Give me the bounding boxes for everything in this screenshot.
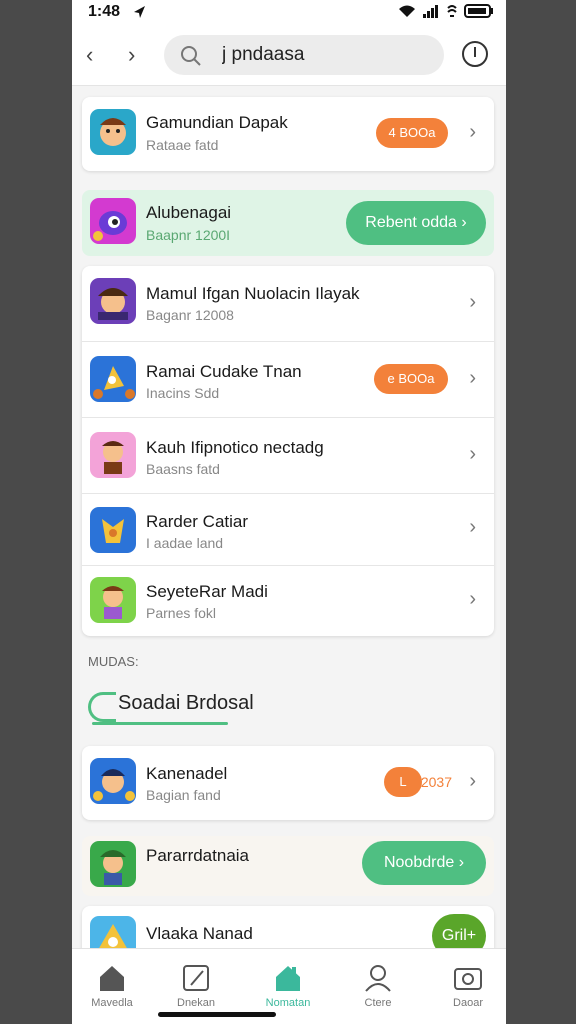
app-icon bbox=[90, 432, 136, 478]
chevron-right-icon: › bbox=[469, 443, 476, 465]
list-item[interactable]: Alubenagai Baapnr 1200I Rebent odda › bbox=[82, 190, 494, 256]
status-bar: 1:48 bbox=[72, 0, 506, 26]
item-subtitle: I aadae land bbox=[146, 535, 224, 551]
item-title: Gamundian Dapak bbox=[146, 113, 288, 132]
search-icon bbox=[181, 46, 201, 66]
info-icon[interactable] bbox=[462, 41, 488, 67]
camera-icon bbox=[454, 968, 482, 990]
app-icon bbox=[90, 356, 136, 402]
item-title: Vlaaka Nanad bbox=[146, 924, 253, 943]
app-list-card: Mamul Ifgan Nuolacin Ilayak Baganr 12008… bbox=[82, 266, 494, 636]
section-title: Soadai Brdosal bbox=[118, 692, 254, 714]
back-icon[interactable]: ‹ bbox=[86, 42, 93, 68]
home-indicator bbox=[158, 1012, 276, 1017]
link-icon bbox=[447, 5, 457, 17]
app-card: Kanenadel Bagian fand L 2037 › bbox=[82, 746, 494, 820]
heading-accent bbox=[88, 692, 116, 722]
tab-daoar[interactable]: Daoar bbox=[428, 957, 506, 1009]
item-subtitle: Rataae fatd bbox=[146, 137, 219, 153]
battery-icon bbox=[464, 4, 493, 18]
list-item[interactable]: Kanenadel Bagian fand L 2037 › bbox=[82, 746, 494, 820]
item-subtitle: Baasns fatd bbox=[146, 461, 220, 477]
item-title: Kauh Ifipnotico nectadg bbox=[146, 438, 324, 457]
chevron-right-icon: › bbox=[469, 770, 476, 792]
tab-label: Mavedla bbox=[91, 997, 133, 1009]
tab-dnekan[interactable]: Dnekan bbox=[156, 957, 236, 1009]
tab-label: Ctere bbox=[364, 997, 392, 1009]
tab-nomatan[interactable]: Nomatan bbox=[248, 957, 328, 1009]
item-title: Rarder Catiar bbox=[146, 512, 249, 531]
top-nav: ‹ › bbox=[72, 26, 506, 86]
signal-icon bbox=[423, 5, 438, 18]
list-item[interactable]: Mamul Ifgan Nuolacin Ilayak Baganr 12008… bbox=[82, 266, 494, 342]
status-time: 1:48 bbox=[88, 3, 121, 20]
status-badge: 4 BOOa bbox=[376, 118, 448, 148]
item-subtitle: Baganr 12008 bbox=[146, 307, 234, 323]
list-item[interactable]: Rarder Catiar I aadae land › bbox=[82, 494, 494, 566]
wifi-icon bbox=[399, 5, 415, 17]
phone-screen: 1:48 ‹ › Gamundian Dapak Rataae fatd 4 B… bbox=[72, 0, 506, 1024]
search-input[interactable] bbox=[222, 43, 422, 67]
item-subtitle: Parnes fokl bbox=[146, 605, 217, 621]
featured-card: Alubenagai Baapnr 1200I Rebent odda › bbox=[82, 190, 494, 256]
heading-underline bbox=[92, 722, 228, 725]
status-icons bbox=[398, 4, 494, 18]
section-label: MUDAS: bbox=[88, 654, 139, 669]
square-icon bbox=[183, 965, 209, 991]
app-icon bbox=[90, 577, 136, 623]
chevron-right-icon: › bbox=[469, 121, 476, 143]
item-subtitle: Bagian fand bbox=[146, 787, 221, 803]
item-subtitle: Baapnr 1200I bbox=[146, 227, 231, 243]
app-icon bbox=[90, 507, 136, 553]
chevron-right-icon: › bbox=[469, 367, 476, 389]
action-button[interactable]: Noobdrde › bbox=[362, 841, 486, 885]
badge-count: 2037 bbox=[420, 774, 452, 790]
app-icon bbox=[90, 278, 136, 324]
forward-icon[interactable]: › bbox=[128, 42, 135, 68]
app-icon bbox=[90, 198, 136, 244]
chevron-right-icon: › bbox=[469, 291, 476, 313]
action-button[interactable]: Rebent odda › bbox=[346, 201, 486, 245]
location-arrow-icon bbox=[134, 6, 145, 18]
list-item[interactable]: Pararrdatnaia Noobdrde › bbox=[82, 836, 494, 896]
app-icon bbox=[90, 841, 136, 887]
item-title: SeyeteRar Madi bbox=[146, 582, 268, 601]
item-subtitle: Inacins Sdd bbox=[146, 385, 220, 401]
tab-ctere[interactable]: Ctere bbox=[338, 957, 418, 1009]
app-icon bbox=[90, 758, 136, 804]
person-icon bbox=[365, 965, 391, 992]
tab-mavedla[interactable]: Mavedla bbox=[72, 957, 152, 1009]
section-heading: Soadai Brdosal bbox=[88, 688, 288, 728]
tab-label: Daoar bbox=[453, 997, 483, 1009]
home-icon bbox=[100, 966, 124, 991]
status-badge: L bbox=[384, 767, 422, 797]
item-title: Ramai Cudake Tnan bbox=[146, 362, 302, 381]
item-title: Kanenadel bbox=[146, 764, 228, 783]
tab-label: Dnekan bbox=[177, 997, 215, 1009]
list-item[interactable]: Gamundian Dapak Rataae fatd 4 BOOa › bbox=[82, 97, 494, 171]
chevron-right-icon: › bbox=[469, 516, 476, 538]
list-item[interactable]: Ramai Cudake Tnan Inacins Sdd e BOOa › bbox=[82, 342, 494, 418]
list-item[interactable]: SeyeteRar Madi Parnes fokl › bbox=[82, 566, 494, 636]
item-title: Alubenagai bbox=[146, 203, 232, 222]
search-bar[interactable] bbox=[164, 35, 444, 75]
item-title: Mamul Ifgan Nuolacin Ilayak bbox=[146, 284, 360, 303]
app-icon bbox=[90, 109, 136, 155]
status-badge: e BOOa bbox=[374, 364, 448, 394]
featured-card: Pararrdatnaia Noobdrde › bbox=[82, 836, 494, 896]
bottom-tab-bar: Mavedla Dnekan Nomatan Ctere Daoar bbox=[72, 948, 506, 1024]
item-title: Pararrdatnaia bbox=[146, 846, 250, 865]
list-item[interactable]: Kauh Ifipnotico nectadg Baasns fatd › bbox=[82, 418, 494, 494]
tab-label: Nomatan bbox=[265, 997, 311, 1009]
app-card: Gamundian Dapak Rataae fatd 4 BOOa › bbox=[82, 97, 494, 171]
chevron-right-icon: › bbox=[469, 588, 476, 610]
house-active-icon bbox=[276, 966, 300, 991]
